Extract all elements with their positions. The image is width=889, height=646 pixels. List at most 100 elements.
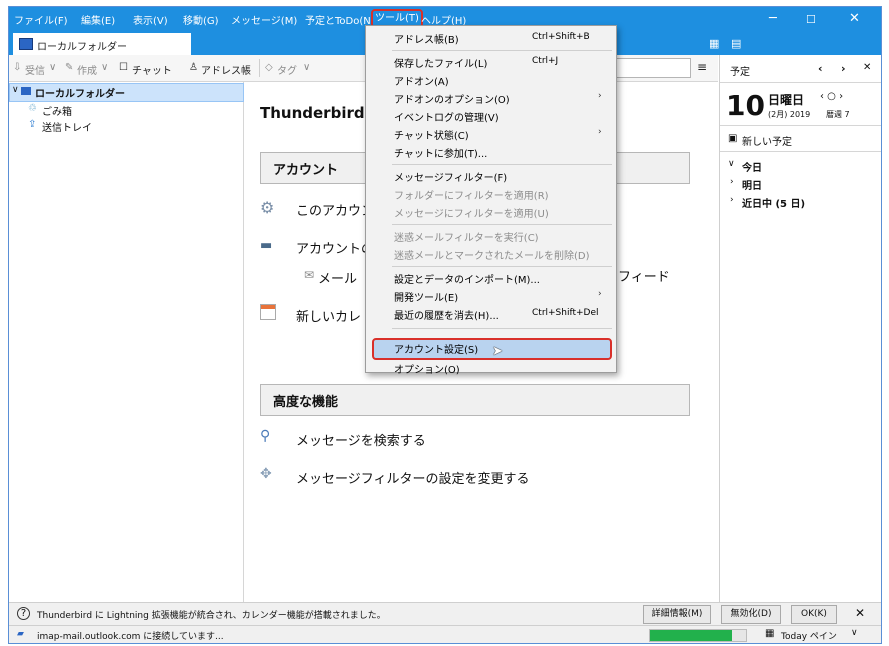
compose-dropdown-icon[interactable]: ∨ (101, 62, 108, 73)
tomorrow-group-toggle-icon[interactable]: › (730, 177, 734, 187)
chat-button[interactable]: チャット (132, 62, 172, 77)
new-event-button[interactable]: 新しい予定 (742, 133, 792, 148)
upcoming-group[interactable]: 近日中 (5 日) (742, 195, 805, 210)
accounts-section-title: アカウント (273, 163, 339, 178)
submenu-arrow-icon: › (598, 127, 602, 137)
menu-clear-history[interactable]: 最近の履歴を消去(H)... (394, 307, 499, 322)
menu-options[interactable]: オプション(O) (394, 361, 460, 376)
local-folders-icon (21, 87, 31, 95)
calendar-tab-icon[interactable]: ▦ (709, 37, 719, 50)
receive-dropdown-icon[interactable]: ∨ (49, 62, 56, 73)
progress-bar (649, 629, 747, 642)
shortcut-saved-files: Ctrl+J (532, 56, 559, 66)
account-settings-link[interactable]: このアカウン (296, 200, 374, 219)
menu-chat-status[interactable]: チャット状態(C) (394, 127, 469, 142)
today-week: 暦週 7 (826, 110, 850, 119)
upcoming-group-toggle-icon[interactable]: › (730, 195, 734, 205)
menu-run-filters-folder[interactable]: フォルダーにフィルターを適用(R) (394, 187, 549, 202)
close-notification-icon[interactable]: ✕ (855, 606, 865, 620)
menu-join-chat[interactable]: チャットに参加(T)... (394, 145, 487, 160)
folder-root-row[interactable]: ∨ ローカルフォルダー (9, 83, 244, 102)
receive-button[interactable]: 受信 (25, 62, 45, 77)
address-book-icon[interactable]: ♙ (189, 62, 198, 73)
minimize-icon[interactable]: ─ (769, 11, 777, 26)
close-icon[interactable]: ✕ (849, 11, 860, 26)
today-group-toggle-icon[interactable]: ∨ (728, 159, 735, 169)
menu-delete-junk[interactable]: 迷惑メールとマークされたメールを削除(D) (394, 247, 590, 262)
tasks-tab-icon[interactable]: ▤ (731, 37, 741, 50)
notification-bar: ? Thunderbird に Lightning 拡張機能が統合され、カレンダ… (9, 602, 881, 625)
disable-button[interactable]: 無効化(D) (721, 605, 781, 624)
info-icon: ? (17, 607, 30, 620)
monitor-icon (19, 38, 33, 50)
menu-addon-options[interactable]: アドオンのオプション(O) (394, 91, 510, 106)
message-filters-link[interactable]: メッセージフィルターの設定を変更する (296, 468, 529, 487)
menu-addons[interactable]: アドオン(A) (394, 73, 449, 88)
calendar-icon (260, 304, 276, 320)
outbox-icon: ⇪ (28, 119, 37, 130)
add-account-icon: ▬ (260, 238, 273, 253)
ok-button[interactable]: OK(K) (791, 605, 837, 624)
create-feed-link[interactable]: フィード (618, 266, 670, 285)
today-pane: 予定 ‹ › ✕ 10 日曜日 ‹ ○ › (2月) 2019 暦週 7 ▣ 新… (719, 55, 881, 602)
compose-button[interactable]: 作成 (77, 62, 97, 77)
today-pane-icon[interactable]: ▦ (765, 628, 774, 639)
gear-icon: ⚙ (260, 198, 275, 217)
details-button[interactable]: 詳細情報(M) (643, 605, 711, 624)
folder-local-label: ローカルフォルダー (35, 89, 125, 100)
menu-file[interactable]: ファイル(F) (14, 12, 68, 27)
progress-fill (650, 630, 732, 641)
expand-icon[interactable]: ∨ (12, 85, 19, 95)
menu-message-filters[interactable]: メッセージフィルター(F) (394, 169, 507, 184)
menu-developer-tools[interactable]: 開発ツール(E) (394, 289, 458, 304)
compose-icon[interactable]: ✎ (65, 62, 73, 73)
tag-dropdown-icon[interactable]: ∨ (303, 62, 310, 73)
menu-run-junk-filter[interactable]: 迷惑メールフィルターを実行(C) (394, 229, 539, 244)
today-pane-toggle[interactable]: Today ペイン (781, 629, 837, 642)
close-pane-icon[interactable]: ✕ (863, 62, 871, 73)
menu-edit[interactable]: 編集(E) (81, 12, 115, 27)
menu-import[interactable]: 設定とデータのインポート(M)... (394, 271, 540, 286)
today-pane-dropdown-icon[interactable]: ∨ (851, 628, 858, 638)
menu-saved-files[interactable]: 保存したファイル(L) (394, 55, 487, 70)
new-event-icon[interactable]: ▣ (728, 133, 737, 144)
menu-run-filters-messages[interactable]: メッセージにフィルターを適用(U) (394, 205, 549, 220)
tag-icon[interactable]: ◇ (265, 62, 273, 73)
today-pane-title: 予定 (730, 67, 750, 78)
menu-view[interactable]: 表示(V) (133, 12, 168, 27)
shortcut-clear-history: Ctrl+Shift+Del (532, 308, 599, 318)
tools-menu: アドレス帳(B) Ctrl+Shift+B 保存したファイル(L) Ctrl+J… (365, 25, 617, 376)
today-weekday: 日曜日 (768, 93, 805, 107)
menu-address-book[interactable]: アドレス帳(B) (394, 31, 459, 46)
status-bar: ▰ imap-mail.outlook.com に接続しています... ▦ To… (9, 625, 881, 643)
today-month-year: (2月) 2019 (768, 110, 811, 119)
maximize-icon[interactable]: ☐ (806, 13, 816, 26)
new-calendar-link[interactable]: 新しいカレ (296, 306, 361, 325)
prev-icon[interactable]: ‹ (818, 62, 823, 75)
menu-account-settings[interactable]: アカウント設定(S) (394, 341, 478, 356)
day-nav-icon[interactable]: ‹ ○ › (820, 91, 843, 102)
folder-outbox[interactable]: 送信トレイ (42, 119, 92, 134)
mail-icon: ✉ (304, 268, 315, 282)
search-input[interactable] (613, 58, 691, 78)
tag-button[interactable]: タグ (277, 62, 297, 77)
menu-event-log[interactable]: イベントログの管理(V) (394, 109, 499, 124)
folder-trash[interactable]: ごみ箱 (42, 103, 72, 118)
receive-icon[interactable]: ⇩ (13, 62, 21, 73)
address-book-button[interactable]: アドレス帳 (201, 62, 251, 77)
advanced-section-header: 高度な機能 (260, 384, 690, 416)
menu-go[interactable]: 移動(G) (183, 12, 219, 27)
app-menu-icon[interactable]: ≡ (697, 60, 707, 74)
search-icon: ⚲ (260, 428, 271, 444)
toolbar-divider (259, 59, 260, 77)
menu-message[interactable]: メッセージ(M) (231, 12, 297, 27)
create-mail-link[interactable]: メール (318, 268, 357, 287)
tomorrow-group[interactable]: 明日 (742, 177, 762, 192)
today-group[interactable]: 今日 (742, 159, 762, 174)
advanced-section-title: 高度な機能 (273, 395, 339, 410)
search-messages-link[interactable]: メッセージを検索する (296, 430, 426, 449)
next-icon[interactable]: › (841, 62, 846, 75)
tab-local-folders[interactable]: ローカルフォルダー (13, 33, 191, 55)
create-account-label: アカウントの (296, 242, 375, 257)
chat-icon[interactable]: ☐ (119, 62, 128, 73)
